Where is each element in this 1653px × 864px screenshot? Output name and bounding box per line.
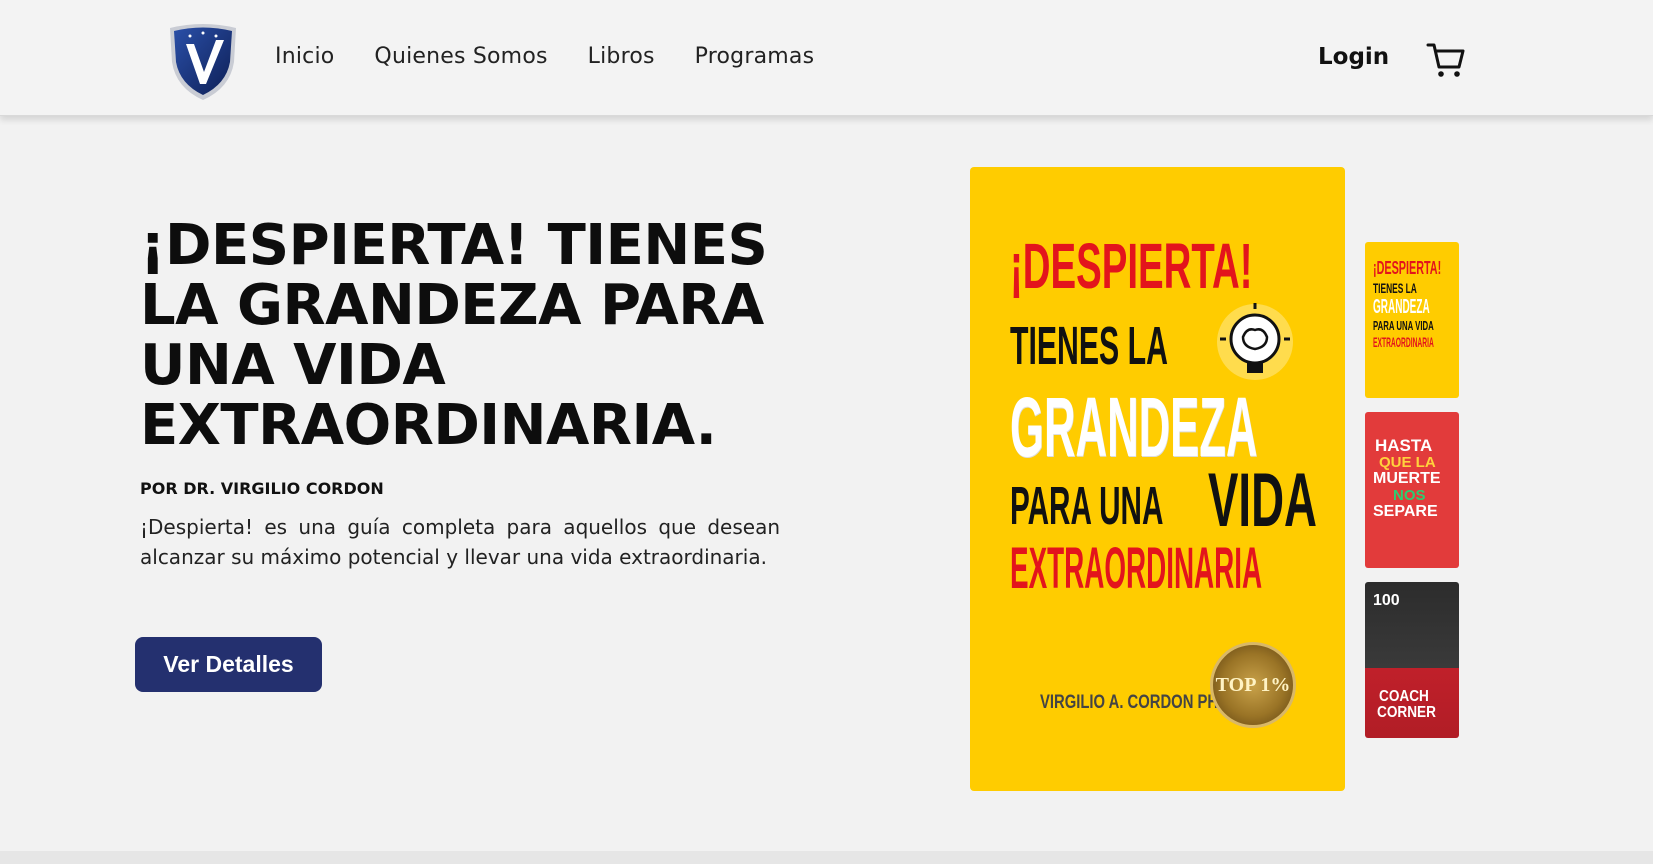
cart-icon[interactable] bbox=[1426, 40, 1466, 80]
book-thumbnail-despierta[interactable]: ¡DESPIERTA! TIENES LA GRANDEZA PARA UNA … bbox=[1365, 242, 1459, 398]
thumb2-line: NOS bbox=[1393, 487, 1426, 504]
top-influencer-seal: TOP 1% bbox=[1210, 642, 1296, 728]
book-thumbnail-hasta-que-la-muerte[interactable]: HASTA QUE LA MUERTE NOS SEPARE bbox=[1365, 412, 1459, 568]
thumb1-line: TIENES LA bbox=[1373, 280, 1417, 296]
thumb3-line: 100 bbox=[1373, 592, 1400, 609]
book-thumbnail-coach-corner[interactable]: 100 COACH CORNER bbox=[1365, 582, 1459, 738]
top-navbar: Inicio Quienes Somos Libros Programas Lo… bbox=[0, 0, 1653, 116]
ver-detalles-button[interactable]: Ver Detalles bbox=[135, 637, 322, 692]
thumb1-line: EXTRAORDINARIA bbox=[1373, 334, 1434, 350]
nav-libros[interactable]: Libros bbox=[588, 44, 655, 69]
cover-line-vida: VIDA bbox=[1208, 458, 1317, 543]
thumb2-line: SEPARE bbox=[1373, 503, 1438, 520]
hero-author: POR DR. VIRGILIO CORDON bbox=[140, 479, 384, 498]
hero-title: ¡DESPIERTA! TIENES LA GRANDEZA PARA UNA … bbox=[140, 213, 768, 458]
cover-line-extraordinaria: EXTRAORDINARIA bbox=[1010, 536, 1263, 601]
cover-line-despierta: ¡DESPIERTA! bbox=[1010, 230, 1253, 302]
thumb2-line: MUERTE bbox=[1373, 470, 1441, 487]
nav-links: Inicio Quienes Somos Libros Programas bbox=[275, 44, 854, 69]
cover-line-tienes-la: TIENES LA bbox=[1010, 316, 1168, 376]
thumb1-line: PARA UNA VIDA bbox=[1373, 318, 1434, 333]
thumb2-line: HASTA bbox=[1375, 436, 1433, 455]
nav-programas[interactable]: Programas bbox=[695, 44, 815, 69]
main-book-cover[interactable]: ¡DESPIERTA! TIENES LA GRANDEZA PARA UNA … bbox=[970, 167, 1345, 791]
hero-description: ¡Despierta! es una guía completa para aq… bbox=[140, 515, 780, 569]
thumb3-line: CORNER bbox=[1377, 704, 1436, 721]
section-divider bbox=[0, 851, 1653, 864]
login-link[interactable]: Login bbox=[1318, 44, 1389, 70]
thumb2-line: QUE LA bbox=[1379, 454, 1436, 471]
shield-v-logo[interactable] bbox=[166, 22, 240, 102]
thumb1-line: GRANDEZA bbox=[1373, 296, 1430, 318]
seal-text: TOP 1% bbox=[1215, 673, 1291, 696]
nav-inicio[interactable]: Inicio bbox=[275, 44, 334, 69]
cover-line-para-una: PARA UNA bbox=[1010, 476, 1164, 536]
nav-quienes-somos[interactable]: Quienes Somos bbox=[374, 44, 547, 69]
thumb1-line: ¡DESPIERTA! bbox=[1373, 258, 1442, 278]
